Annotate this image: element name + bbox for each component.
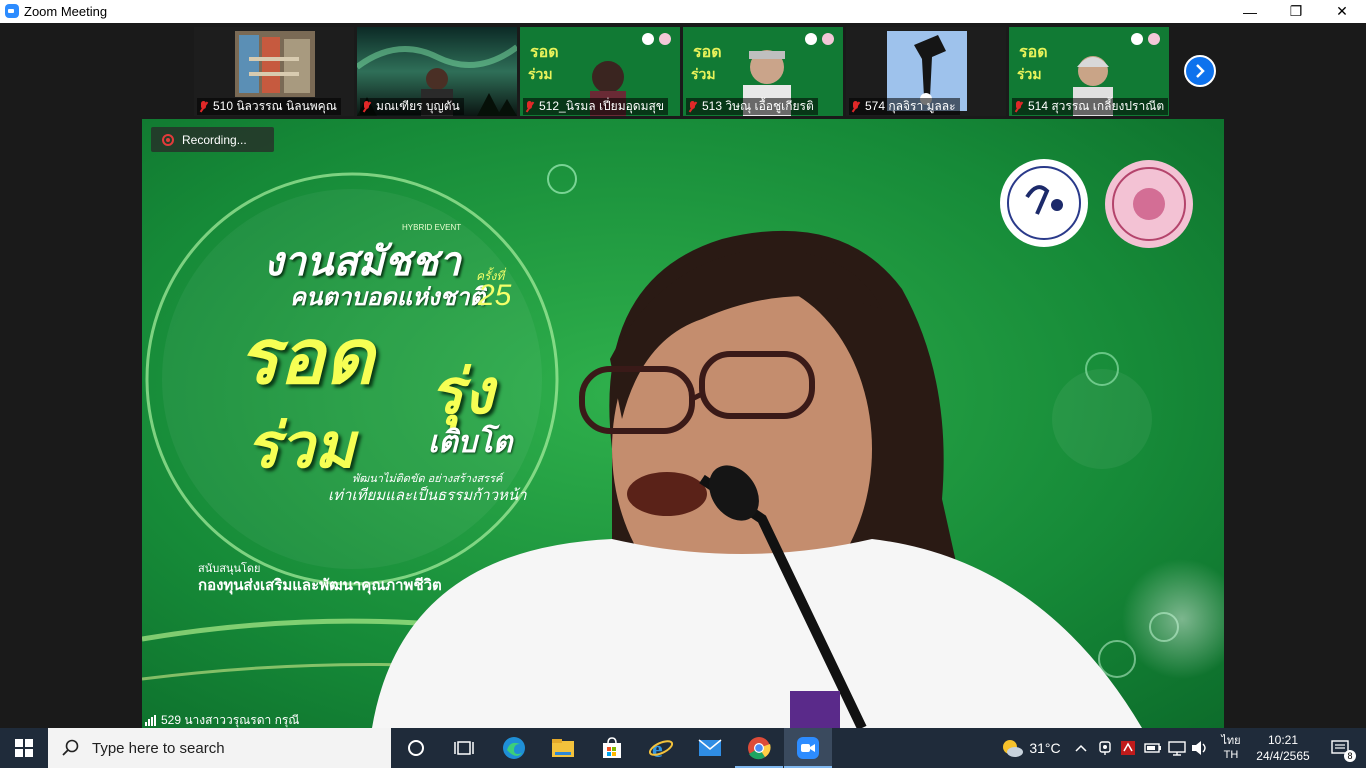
muted-mic-icon bbox=[851, 100, 860, 113]
participant-tile[interactable]: 510 นิลวรรณ นิลนพคุณ bbox=[194, 27, 354, 116]
svg-text:รอด: รอด bbox=[693, 44, 722, 61]
participant-tile[interactable]: มณเฑียร บุญตัน bbox=[357, 27, 517, 116]
banner-edition-number: 25 bbox=[478, 279, 512, 312]
svg-text:รอด: รอด bbox=[1019, 44, 1048, 61]
participant-tile[interactable]: 574 กุลจิรา มูลละ bbox=[846, 27, 1006, 116]
input-language-bottom: TH bbox=[1223, 749, 1239, 761]
pdf-reader-icon bbox=[1121, 741, 1135, 755]
participant-name: 514 สุวรรณ เกลี้ยงปราณีต bbox=[1012, 98, 1169, 115]
weather-widget[interactable]: 31°C bbox=[996, 728, 1066, 768]
taskbar-zoom[interactable] bbox=[784, 728, 832, 768]
participant-name: 512_นิรมล เปี่ยมอุดมสุข bbox=[523, 98, 669, 115]
show-hidden-icons-button[interactable] bbox=[1072, 728, 1090, 768]
internet-explorer-icon: e bbox=[649, 737, 673, 760]
volume-button[interactable] bbox=[1190, 728, 1210, 768]
partly-sunny-icon bbox=[1003, 740, 1024, 757]
speaker-volume-icon bbox=[1192, 741, 1206, 755]
muted-mic-icon bbox=[199, 100, 208, 113]
signal-strength-icon bbox=[145, 715, 156, 726]
search-icon bbox=[62, 739, 79, 756]
next-page-button[interactable] bbox=[1184, 55, 1216, 87]
notification-badge: 8 bbox=[1344, 750, 1356, 762]
recording-indicator[interactable]: Recording... bbox=[151, 127, 274, 152]
banner-line6: เติบโต bbox=[428, 426, 513, 459]
restore-button[interactable]: ❐ bbox=[1273, 0, 1319, 23]
tray-app[interactable] bbox=[1143, 728, 1163, 768]
banner-sponsor: กองทุนส่งเสริมและพัฒนาคุณภาพชีวิต bbox=[198, 577, 442, 594]
banner-tagline2: เท่าเทียมและเป็นธรรมก้าวหน้า bbox=[328, 487, 527, 504]
windows-logo-icon bbox=[15, 739, 33, 757]
participant-name: 574 กุลจิรา มูลละ bbox=[849, 98, 960, 115]
clock-date: 24/4/2565 bbox=[1256, 749, 1310, 763]
folder-icon bbox=[552, 739, 574, 757]
recording-label: Recording... bbox=[182, 132, 247, 147]
task-view-icon bbox=[454, 741, 474, 755]
input-language-button[interactable]: ไทย TH bbox=[1216, 728, 1246, 768]
taskbar-file-explorer[interactable] bbox=[539, 728, 587, 768]
zoom-icon bbox=[797, 737, 819, 759]
svg-text:ร่วม: ร่วม bbox=[1017, 66, 1042, 82]
participant-tile[interactable]: รอด ร่วม 513 วิษณุ เอื้อชูเกียรติ bbox=[683, 27, 843, 116]
taskbar-store[interactable] bbox=[588, 728, 636, 768]
banner-line5: ร่วม bbox=[246, 412, 355, 481]
zoom-app-icon bbox=[5, 4, 19, 18]
weather-temperature: 31°C bbox=[1029, 740, 1061, 756]
clock-time: 10:21 bbox=[1267, 733, 1299, 747]
svg-text:e: e bbox=[652, 737, 663, 760]
webcam-icon bbox=[1099, 741, 1111, 755]
participant-name: 510 นิลวรรณ นิลนพคุณ bbox=[197, 98, 341, 115]
edge-icon bbox=[503, 737, 525, 759]
chevron-up-icon bbox=[1075, 744, 1087, 752]
record-icon bbox=[162, 133, 174, 146]
minimize-button[interactable]: — bbox=[1227, 0, 1273, 23]
cortana-button[interactable] bbox=[392, 728, 440, 768]
chrome-icon bbox=[748, 737, 771, 760]
svg-text:ร่วม: ร่วม bbox=[528, 66, 553, 82]
active-speaker-video: HYBRID EVENT งานสมัชชา คนตาบอดแห่งชาติ ค… bbox=[142, 119, 1224, 728]
close-button[interactable]: ✕ bbox=[1319, 0, 1365, 23]
taskbar-edge[interactable] bbox=[490, 728, 538, 768]
mail-icon bbox=[698, 739, 722, 756]
participant-tile[interactable]: รอด ร่วม 514 สุวรรณ เกลี้ยงปราณีต bbox=[1009, 27, 1169, 116]
muted-mic-icon bbox=[362, 100, 371, 113]
action-center-button[interactable]: 8 bbox=[1320, 728, 1360, 768]
participant-tile[interactable]: รอด ร่วม 512_นิรมล เปี่ยมอุดมสุข bbox=[520, 27, 680, 116]
event-banner: HYBRID EVENT งานสมัชชา คนตาบอดแห่งชาติ ค… bbox=[198, 219, 662, 699]
muted-mic-icon bbox=[1014, 100, 1023, 113]
muted-mic-icon bbox=[688, 100, 697, 113]
muted-mic-icon bbox=[525, 100, 534, 113]
clock[interactable]: 10:21 24/4/2565 bbox=[1250, 728, 1316, 768]
network-icon bbox=[1168, 741, 1186, 756]
participant-name: 513 วิษณุ เอื้อชูเกียรติ bbox=[686, 98, 818, 115]
battery-icon bbox=[1144, 743, 1161, 753]
cortana-icon bbox=[408, 740, 424, 756]
input-language-top: ไทย bbox=[1221, 735, 1241, 747]
tray-app[interactable] bbox=[1096, 728, 1114, 768]
svg-text:ร่วม: ร่วม bbox=[691, 66, 716, 82]
title-bar: Zoom Meeting — ❐ ✕ bbox=[0, 0, 1366, 24]
taskbar-mail[interactable] bbox=[686, 728, 734, 768]
task-view-button[interactable] bbox=[440, 728, 488, 768]
participant-name: มณเฑียร บุญตัน bbox=[360, 98, 464, 115]
chevron-right-icon bbox=[1196, 64, 1205, 78]
taskbar-search[interactable]: Type here to search bbox=[48, 728, 391, 768]
network-button[interactable] bbox=[1167, 728, 1187, 768]
store-bag-icon bbox=[603, 737, 621, 758]
taskbar-chrome[interactable] bbox=[735, 728, 783, 768]
taskbar-internet-explorer[interactable]: e bbox=[637, 728, 685, 768]
svg-text:รอด: รอด bbox=[530, 44, 559, 61]
window-title: Zoom Meeting bbox=[24, 4, 108, 19]
search-placeholder: Type here to search bbox=[92, 739, 225, 757]
tray-app[interactable] bbox=[1118, 728, 1138, 768]
start-button[interactable] bbox=[0, 728, 48, 768]
